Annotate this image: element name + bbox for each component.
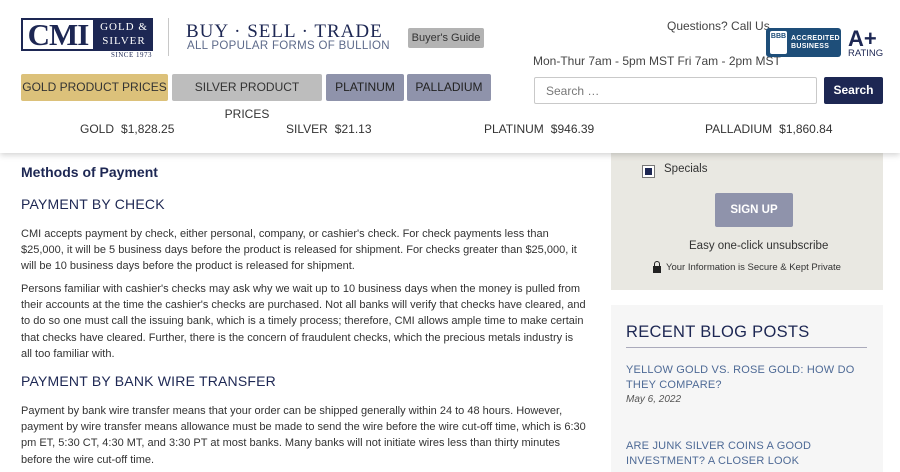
specials-checkbox[interactable] bbox=[642, 165, 655, 178]
recent-blog-posts: RECENT BLOG POSTS YELLOW GOLD VS. ROSE G… bbox=[611, 305, 883, 472]
nav-platinum[interactable]: PLATINUM bbox=[326, 74, 404, 101]
paragraph-check-2: Persons familiar with cashier's checks m… bbox=[21, 283, 586, 360]
specials-label: Specials bbox=[664, 163, 708, 175]
business-hours: Mon-Thur 7am - 5pm MST Fri 7am - 2pm MST bbox=[533, 54, 781, 68]
bbb-rating-label: RATING bbox=[848, 48, 884, 59]
bbb-accredited-badge[interactable]: BBB ACCREDITED BUSINESS bbox=[766, 28, 841, 57]
ticker-palladium: PALLADIUM $1,860.84 bbox=[705, 122, 833, 136]
logo-line-2: SILVER bbox=[102, 35, 146, 47]
nav-palladium[interactable]: PALLADIUM bbox=[407, 74, 491, 101]
blog-post-link[interactable]: YELLOW GOLD VS. ROSE GOLD: HOW DO THEY C… bbox=[626, 363, 866, 393]
search-input[interactable] bbox=[534, 77, 817, 104]
secure-note: Your Information is Secure & Kept Privat… bbox=[653, 260, 841, 273]
logo-gold-silver: GOLD & SILVER bbox=[95, 18, 153, 51]
contact-questions[interactable]: Questions? Call Us bbox=[667, 19, 770, 33]
blog-post-date: May 6, 2022 bbox=[626, 394, 682, 405]
blog-post-link[interactable]: ARE JUNK SILVER COINS A GOOD INVESTMENT?… bbox=[626, 439, 866, 469]
page-title: Methods of Payment bbox=[21, 164, 158, 180]
ticker-price: $21.13 bbox=[334, 122, 372, 136]
bbb-logo-icon: BBB bbox=[770, 31, 787, 54]
checkbox-check-icon bbox=[645, 168, 652, 175]
site-header: CMI GOLD & SILVER SINCE 1973 BUY · SELL … bbox=[0, 0, 900, 153]
ticker-metal: PLATINUM bbox=[484, 122, 544, 136]
newsletter-signup: Specials SIGN UP Easy one-click unsubscr… bbox=[611, 153, 883, 290]
ticker-price: $1,860.84 bbox=[779, 122, 833, 136]
ticker-price: $1,828.25 bbox=[121, 122, 175, 136]
paragraph-check-1: CMI accepts payment by check, either per… bbox=[21, 228, 577, 273]
unsubscribe-note: Easy one-click unsubscribe bbox=[689, 240, 829, 252]
section-heading-wire: PAYMENT BY BANK WIRE TRANSFER bbox=[21, 373, 276, 389]
bbb-logo-text: BBB bbox=[770, 33, 787, 40]
logo-line-1: GOLD & bbox=[100, 21, 148, 33]
header-divider bbox=[168, 18, 169, 56]
ticker-price: $946.39 bbox=[550, 122, 595, 136]
cmi-logo[interactable]: CMI GOLD & SILVER SINCE 1973 bbox=[21, 18, 153, 59]
nav-gold-product-prices[interactable]: GOLD PRODUCT PRICES bbox=[21, 74, 168, 101]
ticker-metal: GOLD bbox=[80, 122, 115, 136]
tagline-sub: ALL POPULAR FORMS OF BULLION bbox=[187, 40, 390, 52]
bbb-line-2: BUSINESS bbox=[791, 42, 830, 50]
ticker-silver: SILVER $21.13 bbox=[286, 122, 372, 136]
ticker-gold: GOLD $1,828.25 bbox=[80, 122, 174, 136]
ticker-metal: SILVER bbox=[286, 122, 328, 136]
blog-section-title: RECENT BLOG POSTS bbox=[626, 323, 810, 341]
ticker-metal: PALLADIUM bbox=[705, 122, 773, 136]
buyers-guide-button[interactable]: Buyer's Guide bbox=[408, 28, 484, 48]
ticker-platinum: PLATINUM $946.39 bbox=[484, 122, 594, 136]
logo-since: SINCE 1973 bbox=[111, 51, 152, 59]
secure-text: Your Information is Secure & Kept Privat… bbox=[666, 262, 841, 273]
bbb-text: ACCREDITED BUSINESS bbox=[791, 35, 840, 51]
bbb-line-1: ACCREDITED bbox=[791, 34, 840, 42]
blog-divider bbox=[626, 347, 867, 348]
lock-icon bbox=[653, 260, 661, 273]
nav-silver-product-prices[interactable]: SILVER PRODUCT PRICES bbox=[172, 74, 322, 121]
paragraph-wire-1: Payment by bank wire transfer means that… bbox=[21, 405, 586, 466]
section-heading-check: PAYMENT BY CHECK bbox=[21, 196, 165, 212]
logo-wordmark: CMI bbox=[21, 18, 95, 51]
search-button[interactable]: Search bbox=[824, 77, 883, 104]
sign-up-button[interactable]: SIGN UP bbox=[715, 193, 793, 227]
